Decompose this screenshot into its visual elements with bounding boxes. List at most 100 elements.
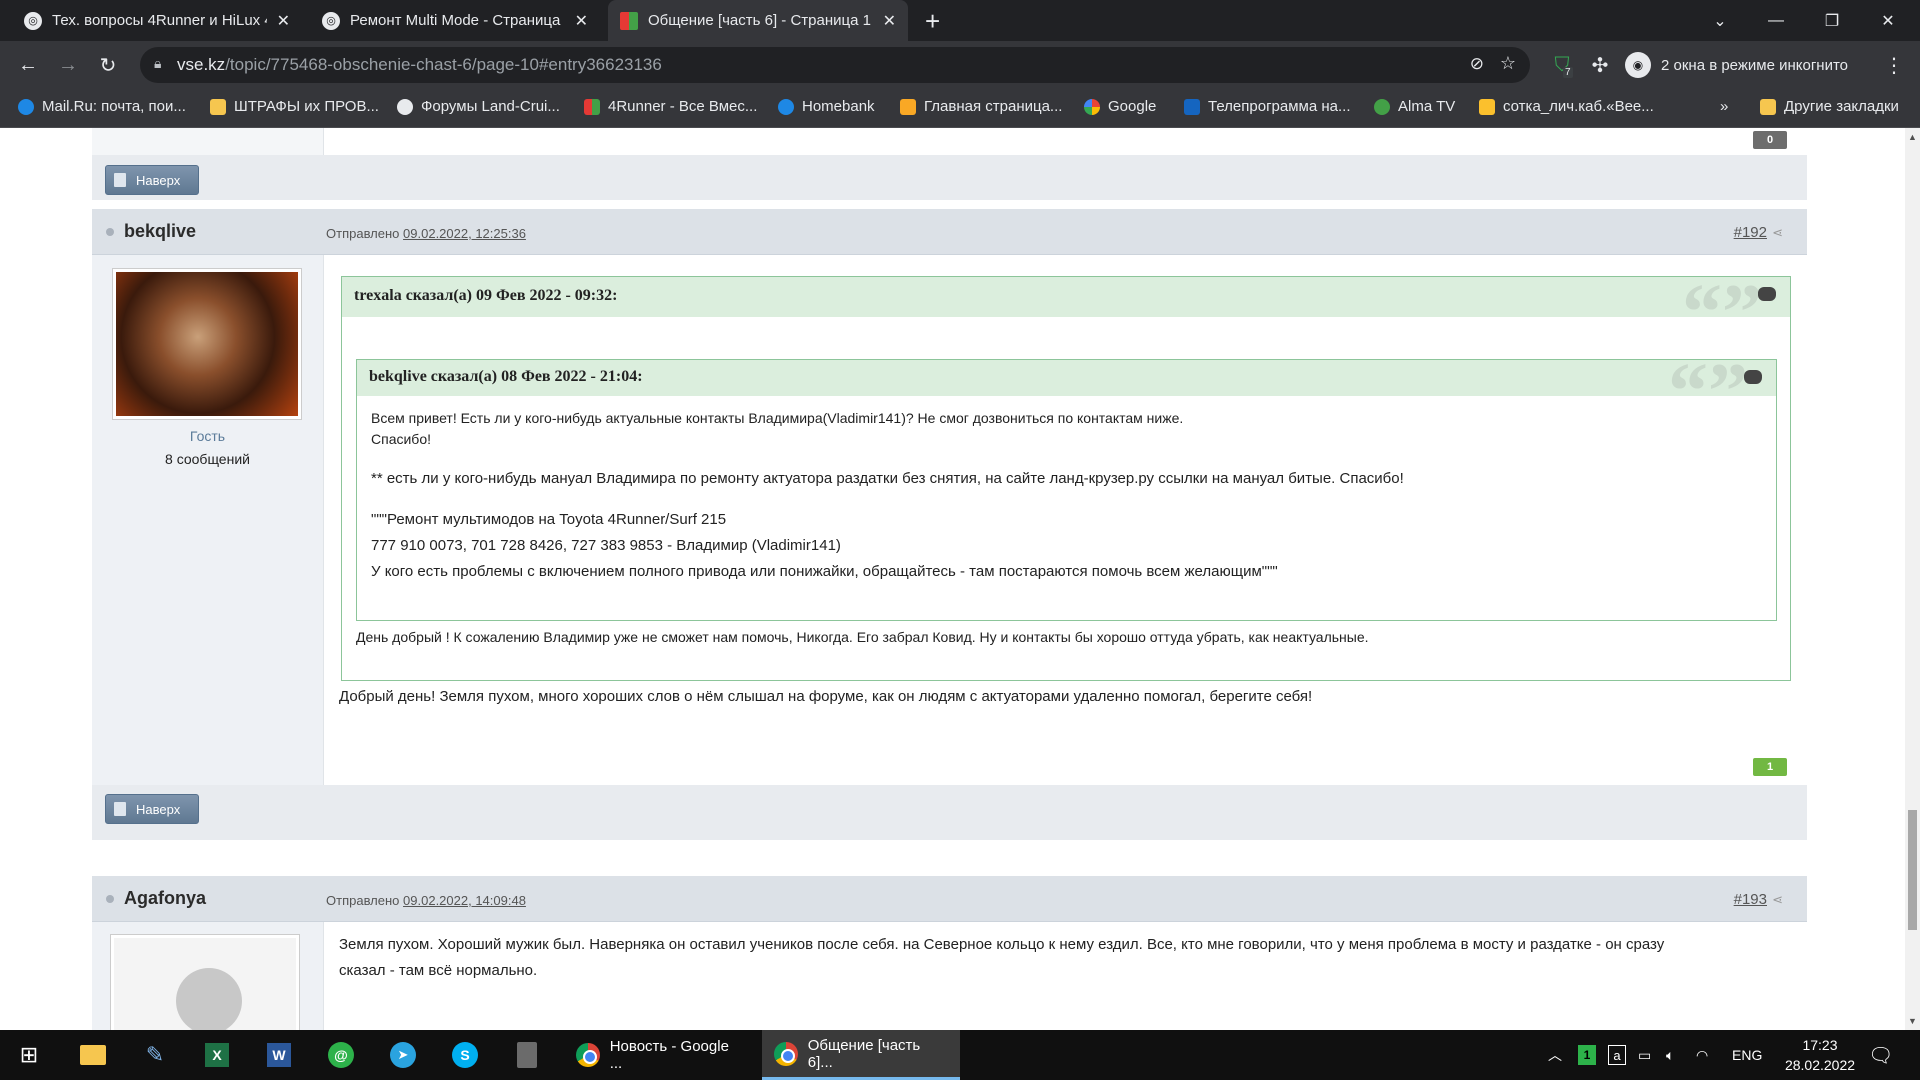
tab-4runner[interactable]: ◎ Тех. вопросы 4Runner и HiLux 4 ✕	[12, 0, 302, 41]
inner-quote-body: Всем привет! Есть ли у кого-нибудь актуа…	[371, 410, 1404, 580]
google-icon	[1084, 98, 1100, 115]
volume-icon[interactable]: 🔈︎	[1666, 1030, 1674, 1080]
mail-agent-icon[interactable]: @	[318, 1030, 364, 1080]
paint-icon[interactable]: ✎	[132, 1030, 178, 1080]
post-message: Земля пухом. Хороший мужик был. Наверняк…	[339, 936, 1665, 979]
offline-status-dot	[106, 895, 114, 903]
page-top-icon	[114, 802, 126, 816]
browser-toolbar: ← → ↻ 🔒︎ vse.kz/topic/775468-obschenie-c…	[0, 41, 1920, 89]
post-message: Добрый день! Земля пухом, много хороших …	[339, 688, 1313, 705]
post-date: Отправлено 09.02.2022, 14:09:48	[326, 893, 526, 908]
scroll-down-arrow-icon[interactable]: ▼	[1908, 1016, 1917, 1026]
file-explorer-icon[interactable]	[70, 1030, 116, 1080]
notifications-icon[interactable]: 🗨︎	[1868, 1030, 1893, 1080]
tab-search-chevron-icon[interactable]: ⌄	[1692, 0, 1748, 41]
tv-program-icon	[1184, 98, 1200, 115]
beeline-icon	[1479, 98, 1495, 115]
bookmarks-overflow-button[interactable]: »	[1720, 98, 1728, 115]
avatar[interactable]	[110, 934, 300, 1030]
browser-chrome: ◎ Тех. вопросы 4Runner и HiLux 4 ✕ ◎ Рем…	[0, 0, 1920, 128]
to-top-button[interactable]: Наверх	[105, 165, 199, 195]
close-window-button[interactable]: ✕	[1860, 0, 1916, 41]
speech-bubble-icon	[1758, 287, 1776, 301]
folder-icon	[210, 98, 226, 115]
windows-start-icon[interactable]: ⊞	[0, 1030, 58, 1080]
bookmark-item[interactable]: Главная страница...	[900, 98, 1062, 115]
prev-post-footer	[92, 155, 1807, 200]
prev-post-rating-counter[interactable]: 0	[1753, 131, 1787, 149]
bookmark-item[interactable]: ШТРАФЫ их ПРОВ...	[210, 98, 379, 115]
kebab-menu-icon[interactable]: ⋮	[1880, 51, 1908, 79]
scrollbar-thumb[interactable]	[1908, 810, 1917, 930]
telegram-icon[interactable]: ➤	[380, 1030, 426, 1080]
post-author[interactable]: bekqlive	[124, 221, 196, 242]
back-arrow-icon[interactable]: ←	[14, 51, 42, 79]
incognito-indicator[interactable]: ◉ 2 окна в режиме инкогнито	[1625, 47, 1848, 83]
page-scrollbar[interactable]: ▲ ▼	[1905, 128, 1920, 1030]
vsekz-favicon-icon	[620, 11, 638, 30]
post-number-link[interactable]: #193	[1734, 891, 1767, 908]
mailru-icon	[18, 98, 34, 115]
puzzle-extensions-icon[interactable]: ✣	[1586, 51, 1614, 79]
extension-badge: 7	[1563, 67, 1573, 78]
post-rating-counter[interactable]: 1	[1753, 758, 1787, 776]
minimize-button[interactable]: —	[1748, 0, 1804, 41]
tray-amazon-icon[interactable]: a	[1608, 1030, 1626, 1080]
input-language[interactable]: ENG	[1732, 1030, 1762, 1080]
bookmark-star-icon[interactable]: ☆	[1500, 53, 1516, 74]
wifi-icon[interactable]: ◠	[1696, 1030, 1708, 1080]
to-top-button[interactable]: Наверх	[105, 794, 199, 824]
bookmark-item[interactable]: Google	[1084, 98, 1156, 115]
windows-taskbar: ⊞ ✎ X W @ ➤ S Новость - Google ... Общен…	[0, 1030, 1920, 1080]
url-host: vse.kz	[177, 55, 226, 74]
battery-icon[interactable]: ▭	[1638, 1030, 1651, 1080]
incognito-icon: ◉	[1625, 52, 1651, 78]
tracking-off-eye-icon[interactable]: ⊘	[1470, 54, 1484, 74]
close-tab-icon[interactable]: ✕	[575, 11, 588, 31]
new-tab-button[interactable]: +	[925, 6, 940, 37]
close-tab-icon[interactable]: ✕	[277, 11, 290, 31]
taskbar-chrome-news[interactable]: Новость - Google ...	[564, 1030, 756, 1080]
avatar[interactable]	[112, 268, 302, 420]
share-icon[interactable]: ⋖	[1772, 225, 1783, 241]
clock[interactable]: 17:23 28.02.2022	[1782, 1030, 1858, 1080]
reload-icon[interactable]: ↻	[94, 51, 122, 79]
post-author[interactable]: Agafonya	[124, 888, 206, 909]
url-path: /topic/775468-obschenie-chast-6/page-10#…	[225, 55, 662, 74]
homebank-icon	[778, 98, 794, 115]
address-bar[interactable]: 🔒︎ vse.kz/topic/775468-obschenie-chast-6…	[140, 47, 1530, 83]
tray-app-icon[interactable]: 1	[1578, 1030, 1596, 1080]
bookmark-item[interactable]: 4Runner - Все Вмес...	[584, 98, 757, 115]
chrome-icon	[774, 1041, 798, 1066]
word-icon[interactable]: W	[256, 1030, 302, 1080]
scroll-up-arrow-icon[interactable]: ▲	[1908, 132, 1917, 142]
restore-button[interactable]: ❐	[1804, 0, 1860, 41]
bookmark-item[interactable]: Alma TV	[1374, 98, 1455, 115]
post-number-link[interactable]: #192	[1734, 224, 1767, 241]
quote-header: bekqlive сказал(а) 08 Фев 2022 - 21:04: …	[357, 352, 1776, 432]
chrome-icon	[576, 1043, 600, 1067]
excel-icon[interactable]: X	[194, 1030, 240, 1080]
bookmark-item[interactable]: Homebank	[778, 98, 875, 115]
bookmark-item[interactable]: Mail.Ru: почта, пои...	[18, 98, 186, 115]
post-date: Отправлено 09.02.2022, 12:25:36	[326, 226, 526, 241]
quote-header: trexala сказал(а) 09 Фев 2022 - 09:32: “…	[342, 273, 1790, 353]
bookmark-item[interactable]: сотка_лич.каб.«Вее...	[1479, 98, 1654, 115]
prev-post-left-column	[92, 128, 323, 155]
tab-multimode[interactable]: ◎ Ремонт Multi Mode - Страница ✕	[310, 0, 600, 41]
tray-chevron-icon[interactable]: ︿	[1548, 1030, 1562, 1080]
tab-strip: ◎ Тех. вопросы 4Runner и HiLux 4 ✕ ◎ Рем…	[0, 0, 1920, 41]
calculator-icon[interactable]	[504, 1030, 550, 1080]
post-header: Agafonya Отправлено 09.02.2022, 14:09:48…	[92, 876, 1807, 922]
forward-arrow-icon[interactable]: →	[54, 51, 82, 79]
skype-icon[interactable]: S	[442, 1030, 488, 1080]
bookmark-item[interactable]: Телепрограмма на...	[1184, 98, 1351, 115]
tab-obschenie[interactable]: Общение [часть 6] - Страница 1 ✕	[608, 0, 908, 41]
taskbar-chrome-obschenie[interactable]: Общение [часть 6]...	[762, 1030, 960, 1080]
page-top-icon	[114, 173, 126, 187]
post-header: bekqlive Отправлено 09.02.2022, 12:25:36…	[92, 209, 1807, 255]
bookmark-item[interactable]: Форумы Land-Crui...	[397, 98, 560, 115]
close-tab-icon[interactable]: ✕	[883, 11, 896, 31]
share-icon[interactable]: ⋖	[1772, 892, 1783, 908]
other-bookmarks-folder[interactable]: Другие закладки	[1760, 98, 1899, 115]
